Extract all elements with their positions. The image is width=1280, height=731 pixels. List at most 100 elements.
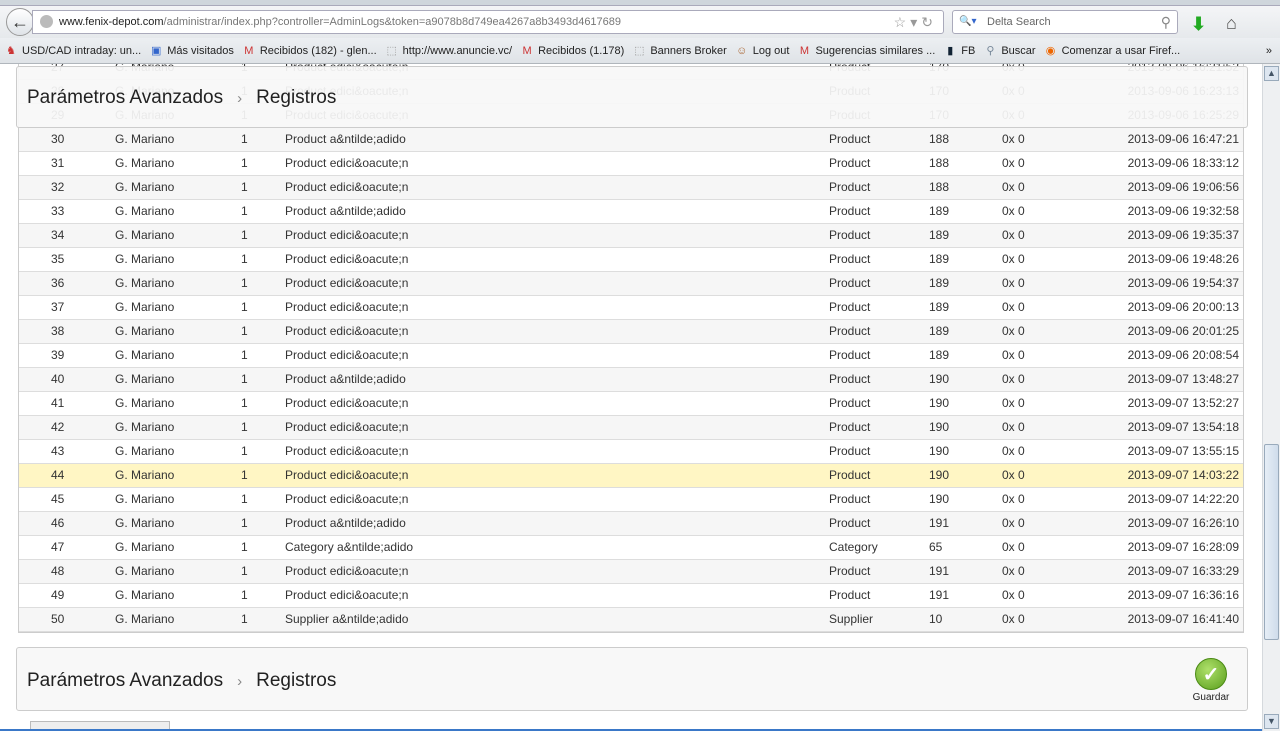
table-row[interactable]: 40 G. Mariano 1 Product a&ntilde;adido Produ… bbox=[19, 368, 1243, 392]
bookmark-icon: M bbox=[522, 44, 532, 57]
table-row[interactable]: 39 G. Mariano 1 Product edici&oacute;n Produ… bbox=[19, 344, 1243, 368]
table-row[interactable]: 35 G. Mariano 1 Product edici&oacute;n Produ… bbox=[19, 248, 1243, 272]
cell-log-id: 40 bbox=[51, 372, 65, 386]
table-row[interactable]: 33 G. Mariano 1 Product a&ntilde;adido Produ… bbox=[19, 200, 1243, 224]
cell-error-code: 0x 0 bbox=[1002, 372, 1025, 386]
table-row[interactable]: 45 G. Mariano 1 Product edici&oacute;n Produ… bbox=[19, 488, 1243, 512]
table-row[interactable]: 48 G. Mariano 1 Product edici&oacute;n Produ… bbox=[19, 560, 1243, 584]
cell-employee: G. Mariano bbox=[115, 156, 175, 170]
breadcrumb-parent[interactable]: Parámetros Avanzados bbox=[27, 670, 223, 691]
bookmark-label: Más visitados bbox=[167, 44, 234, 57]
magnifier-icon[interactable]: ⚲ bbox=[1161, 11, 1171, 33]
cell-object-id: 190 bbox=[929, 420, 950, 434]
bookmark-icon: M bbox=[244, 44, 254, 57]
bookmarks-overflow-button[interactable]: » bbox=[1266, 45, 1272, 57]
bookmark-item[interactable]: M Recibidos (182) - glen... bbox=[242, 44, 377, 58]
table-row[interactable]: 41 G. Mariano 1 Product edici&oacute;n Produ… bbox=[19, 392, 1243, 416]
table-row[interactable]: 47 G. Mariano 1 Category a&ntilde;adido Cate… bbox=[19, 536, 1243, 560]
cell-message: Supplier a&ntilde;adido bbox=[285, 612, 409, 626]
cell-date: 2013-09-06 16:47:21 bbox=[1127, 132, 1239, 146]
breadcrumb-parent[interactable]: Parámetros Avanzados bbox=[27, 87, 223, 108]
cell-object-type: Product bbox=[829, 348, 871, 362]
search-input[interactable]: 🔍▾ Delta Search ⚲ bbox=[952, 10, 1178, 34]
bookmark-item[interactable]: M Recibidos (1.178) bbox=[520, 44, 625, 58]
scrollbar-thumb[interactable] bbox=[1264, 444, 1279, 640]
table-row[interactable]: 37 G. Mariano 1 Product edici&oacute;n Produ… bbox=[19, 296, 1243, 320]
table-row[interactable]: 49 G. Mariano 1 Product edici&oacute;n Produ… bbox=[19, 584, 1243, 608]
cell-message: Product edici&oacute;n bbox=[285, 420, 409, 434]
cell-employee: G. Mariano bbox=[115, 132, 175, 146]
cell-employee: G. Mariano bbox=[115, 468, 175, 482]
bookmark-item[interactable]: ▣ Más visitados bbox=[149, 44, 234, 58]
cell-message: Product a&ntilde;adido bbox=[285, 516, 406, 530]
table-row[interactable]: 42 G. Mariano 1 Product edici&oacute;n Produ… bbox=[19, 416, 1243, 440]
bookmark-item[interactable]: ⬚ Banners Broker bbox=[632, 44, 727, 58]
cell-log-id: 36 bbox=[51, 276, 65, 290]
cell-object-type: Supplier bbox=[829, 612, 874, 626]
cell-object-type: Product bbox=[829, 588, 871, 602]
save-button[interactable]: ✓ Guardar bbox=[1189, 658, 1233, 703]
download-icon[interactable]: ⬇ bbox=[1191, 14, 1206, 35]
cell-log-id: 31 bbox=[51, 156, 65, 170]
cell-severity: 1 bbox=[241, 324, 248, 338]
cell-object-id: 190 bbox=[929, 396, 950, 410]
cell-employee: G. Mariano bbox=[115, 540, 175, 554]
table-row[interactable]: 44 G. Mariano 1 Product edici&oacute;n Produ… bbox=[19, 464, 1243, 488]
cell-message: Product edici&oacute;n bbox=[285, 492, 409, 506]
cell-severity: 1 bbox=[241, 468, 248, 482]
cell-log-id: 38 bbox=[51, 324, 65, 338]
dropdown-icon[interactable]: ▾ bbox=[910, 14, 921, 30]
table-row[interactable]: 46 G. Mariano 1 Product a&ntilde;adido Produ… bbox=[19, 512, 1243, 536]
table-row[interactable]: 43 G. Mariano 1 Product edici&oacute;n Produ… bbox=[19, 440, 1243, 464]
star-icon[interactable]: ☆ bbox=[894, 14, 911, 30]
scroll-up-icon[interactable]: ▲ bbox=[1264, 66, 1279, 81]
bookmark-item[interactable]: ☺ Log out bbox=[735, 44, 789, 58]
cell-object-type: Product bbox=[829, 204, 871, 218]
scroll-down-icon[interactable]: ▼ bbox=[1264, 714, 1279, 729]
table-row[interactable]: 34 G. Mariano 1 Product edici&oacute;n Produ… bbox=[19, 224, 1243, 248]
breadcrumb: Parámetros Avanzados › Registros bbox=[27, 87, 336, 109]
cell-date: 2013-09-07 13:52:27 bbox=[1127, 396, 1239, 410]
back-button[interactable]: ← bbox=[6, 8, 34, 36]
cell-severity: 1 bbox=[241, 612, 248, 626]
cell-employee: G. Mariano bbox=[115, 444, 175, 458]
cell-message: Product edici&oacute;n bbox=[285, 252, 409, 266]
bookmark-item[interactable]: ◉ Comenzar a usar Firef... bbox=[1044, 44, 1180, 58]
logs-table: 27G. Mariano1Product edici&oacute;nProdu… bbox=[18, 64, 1244, 633]
bookmark-item[interactable]: ⚲ Buscar bbox=[983, 44, 1035, 58]
home-icon[interactable]: ⌂ bbox=[1226, 13, 1237, 34]
cell-log-id: 39 bbox=[51, 348, 65, 362]
cell-object-type: Product bbox=[829, 492, 871, 506]
cell-employee: G. Mariano bbox=[115, 180, 175, 194]
cell-object-id: 191 bbox=[929, 588, 950, 602]
cell-message: Product edici&oacute;n bbox=[285, 228, 409, 242]
cell-log-id: 44 bbox=[51, 468, 65, 482]
bookmark-label: Recibidos (182) - glen... bbox=[259, 44, 377, 57]
bookmark-icon: ⬚ bbox=[634, 44, 645, 57]
table-row[interactable]: 36 G. Mariano 1 Product edici&oacute;n Produ… bbox=[19, 272, 1243, 296]
bookmark-item[interactable]: M Sugerencias similares ... bbox=[797, 44, 935, 58]
cell-object-id: 190 bbox=[929, 492, 950, 506]
bookmark-item[interactable]: ♞ USD/CAD intraday: un... bbox=[4, 44, 141, 58]
url-bar[interactable]: www.fenix-depot.com/administrar/index.ph… bbox=[32, 10, 944, 34]
cell-object-id: 190 bbox=[929, 372, 950, 386]
bookmark-item[interactable]: ⬚ http://www.anuncie.vc/ bbox=[385, 44, 512, 58]
cell-object-type: Product bbox=[829, 228, 871, 242]
reload-icon[interactable]: ↻ bbox=[921, 14, 937, 30]
bookmark-item[interactable]: ▮ FB bbox=[943, 44, 975, 58]
cell-error-code: 0x 0 bbox=[1002, 180, 1025, 194]
cell-employee: G. Mariano bbox=[115, 612, 175, 626]
table-row[interactable]: 38 G. Mariano 1 Product edici&oacute;n Produ… bbox=[19, 320, 1243, 344]
search-placeholder: Delta Search bbox=[987, 16, 1051, 28]
table-row[interactable]: 32 G. Mariano 1 Product edici&oacute;n Produ… bbox=[19, 176, 1243, 200]
table-row[interactable]: 50 G. Mariano 1 Supplier a&ntilde;adido Supp… bbox=[19, 608, 1243, 632]
cell-employee: G. Mariano bbox=[115, 252, 175, 266]
table-row[interactable]: 30 G. Mariano 1 Product a&ntilde;adido Produ… bbox=[19, 128, 1243, 152]
bookmark-label: Sugerencias similares ... bbox=[815, 44, 936, 57]
checkmark-icon: ✓ bbox=[1195, 658, 1227, 690]
table-row[interactable]: 31 G. Mariano 1 Product edici&oacute;n Produ… bbox=[19, 152, 1243, 176]
cell-date: 2013-09-07 13:48:27 bbox=[1127, 372, 1239, 386]
search-engine-icon[interactable]: 🔍▾ bbox=[959, 11, 976, 33]
vertical-scrollbar[interactable]: ▲ ▼ bbox=[1262, 64, 1280, 731]
cell-error-code: 0x 0 bbox=[1002, 396, 1025, 410]
